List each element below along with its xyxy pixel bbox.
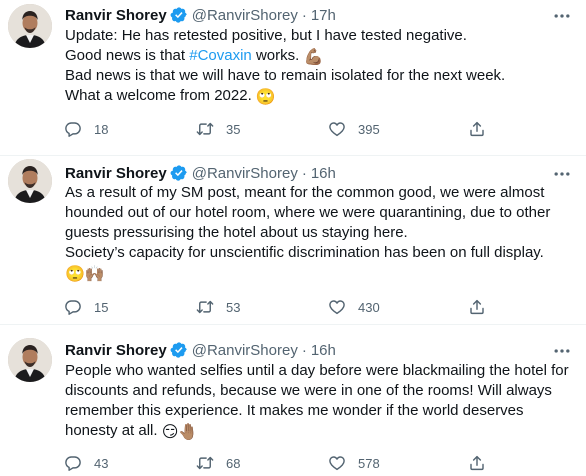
action-bar: 43 68 578 [58, 451, 498, 475]
like-count: 430 [358, 299, 380, 315]
reply-count: 15 [94, 299, 109, 315]
like-icon [328, 120, 346, 138]
reply-button[interactable]: 43 [58, 451, 190, 475]
retweet-count: 35 [226, 121, 241, 137]
separator: · [301, 341, 307, 359]
separator: · [301, 6, 307, 24]
tweet-line-text: What a welcome from 2022. [65, 87, 256, 104]
share-icon [468, 120, 486, 138]
retweet-icon [196, 120, 214, 138]
share-button[interactable] [462, 295, 492, 319]
tweet-line: hounded out of our hotel room, where we … [65, 204, 551, 221]
tweet-line: People who wanted selfies until a day be… [65, 362, 569, 379]
eye-roll-raised-hands-emoji: 🙄🙌🏽 [65, 264, 105, 283]
like-icon [328, 298, 346, 316]
tweet-header: Ranvir Shorey @RanvirShorey · 16h [65, 162, 336, 184]
retweet-button[interactable]: 53 [190, 295, 322, 319]
verified-badge-icon [170, 341, 188, 359]
reply-icon [64, 298, 82, 316]
author-name[interactable]: Ranvir Shorey [65, 342, 167, 359]
like-count: 395 [358, 121, 380, 137]
like-button[interactable]: 578 [322, 451, 454, 475]
action-bar: 15 53 430 [58, 295, 498, 319]
like-button[interactable]: 430 [322, 295, 454, 319]
timestamp[interactable]: 16h [311, 165, 336, 182]
author-handle[interactable]: @RanvirShorey [192, 165, 298, 182]
avatar[interactable] [8, 4, 52, 48]
retweet-icon [196, 454, 214, 472]
avatar[interactable] [8, 338, 52, 382]
separator: · [301, 164, 307, 182]
retweet-button[interactable]: 35 [190, 117, 322, 141]
reply-button[interactable]: 15 [58, 295, 190, 319]
tweet-line: 🙄🙌🏽 [65, 263, 575, 283]
reply-icon [64, 120, 82, 138]
tweet[interactable]: Ranvir Shorey @RanvirShorey · 17h Update… [0, 0, 586, 156]
retweet-button[interactable]: 68 [190, 451, 322, 475]
verified-badge-icon [170, 164, 188, 182]
reply-count: 43 [94, 455, 109, 471]
share-button[interactable] [462, 451, 492, 475]
smirk-raised-hand-emoji: 😏🤚🏽 [161, 422, 199, 441]
tweet-line: remember this experience. It makes me wo… [65, 402, 524, 419]
tweet-line-text: honesty at all. [65, 422, 162, 439]
flexed-biceps-emoji: 💪🏽 [303, 47, 324, 66]
tweet-line: Good news is that #Covaxin works. 💪🏽 [65, 46, 575, 66]
hashtag-link[interactable]: #Covaxin [189, 47, 252, 64]
avatar[interactable] [8, 159, 52, 203]
tweet-text: People who wanted selfies until a day be… [65, 361, 575, 441]
share-button[interactable] [462, 117, 492, 141]
share-icon [468, 454, 486, 472]
tweet[interactable]: Ranvir Shorey @RanvirShorey · 16h As a r… [0, 156, 586, 325]
retweet-count: 68 [226, 455, 241, 471]
tweet-line: Bad news is that we will have to remain … [65, 67, 506, 84]
tweet-line: honesty at all. 😏🤚🏽 [65, 421, 575, 441]
author-handle[interactable]: @RanvirShorey [192, 342, 298, 359]
more-options-icon[interactable] [550, 6, 574, 26]
tweet-line: guests pressurising the hotel about us s… [65, 224, 408, 241]
tweet-line: As a result of my SM post, meant for the… [65, 184, 545, 201]
like-button[interactable]: 395 [322, 117, 454, 141]
retweet-icon [196, 298, 214, 316]
author-handle[interactable]: @RanvirShorey [192, 7, 298, 24]
share-icon [468, 298, 486, 316]
tweet-line: Society’s capacity for unscientific disc… [65, 244, 544, 261]
retweet-count: 53 [226, 299, 241, 315]
tweet-text: As a result of my SM post, meant for the… [65, 183, 575, 283]
action-bar: 18 35 395 [58, 117, 498, 141]
timestamp[interactable]: 17h [311, 7, 336, 24]
author-name[interactable]: Ranvir Shorey [65, 7, 167, 24]
eye-roll-emoji: 🙄 [255, 87, 276, 106]
tweet-header: Ranvir Shorey @RanvirShorey · 16h [65, 339, 336, 361]
tweet-text: Update: He has retested positive, but I … [65, 26, 575, 106]
tweet-line: Update: He has retested positive, but I … [65, 27, 467, 44]
author-name[interactable]: Ranvir Shorey [65, 165, 167, 182]
reply-count: 18 [94, 121, 109, 137]
tweet-line-text: Good news is that [65, 47, 190, 64]
like-count: 578 [358, 455, 380, 471]
tweet-line-text: works. [251, 47, 304, 64]
tweet[interactable]: Ranvir Shorey @RanvirShorey · 16h People… [0, 325, 586, 476]
more-options-icon[interactable] [550, 341, 574, 361]
tweet-line: discounts and refunds, because we were i… [65, 382, 552, 399]
reply-button[interactable]: 18 [58, 117, 190, 141]
like-icon [328, 454, 346, 472]
timestamp[interactable]: 16h [311, 342, 336, 359]
tweet-header: Ranvir Shorey @RanvirShorey · 17h [65, 4, 336, 26]
more-options-icon[interactable] [550, 164, 574, 184]
verified-badge-icon [170, 6, 188, 24]
reply-icon [64, 454, 82, 472]
tweet-line: What a welcome from 2022. 🙄 [65, 86, 575, 106]
